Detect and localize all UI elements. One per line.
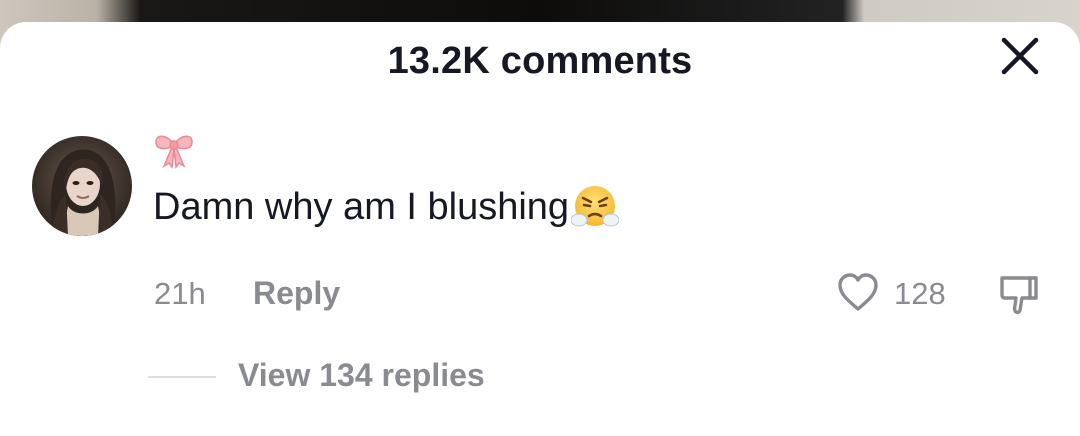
comment-text: Damn why am I blushing <box>153 184 620 230</box>
thumbs-down-icon[interactable] <box>996 272 1042 318</box>
comment-body: Damn why am I blushing <box>153 185 570 228</box>
heart-outline-icon <box>836 272 880 317</box>
like-button[interactable]: 128 <box>836 272 946 316</box>
replies-divider <box>148 376 216 378</box>
comment-timestamp: 21h <box>154 276 206 311</box>
close-icon[interactable] <box>994 30 1046 82</box>
face-with-steam-from-nose-emoji <box>570 184 620 230</box>
view-replies-button[interactable]: View 134 replies <box>238 357 485 394</box>
comments-count-title: 13.2K comments <box>387 40 693 82</box>
reply-button[interactable]: Reply <box>253 275 340 312</box>
user-avatar[interactable] <box>32 136 132 236</box>
ribbon-bow-icon <box>152 130 196 170</box>
like-count: 128 <box>894 276 946 311</box>
